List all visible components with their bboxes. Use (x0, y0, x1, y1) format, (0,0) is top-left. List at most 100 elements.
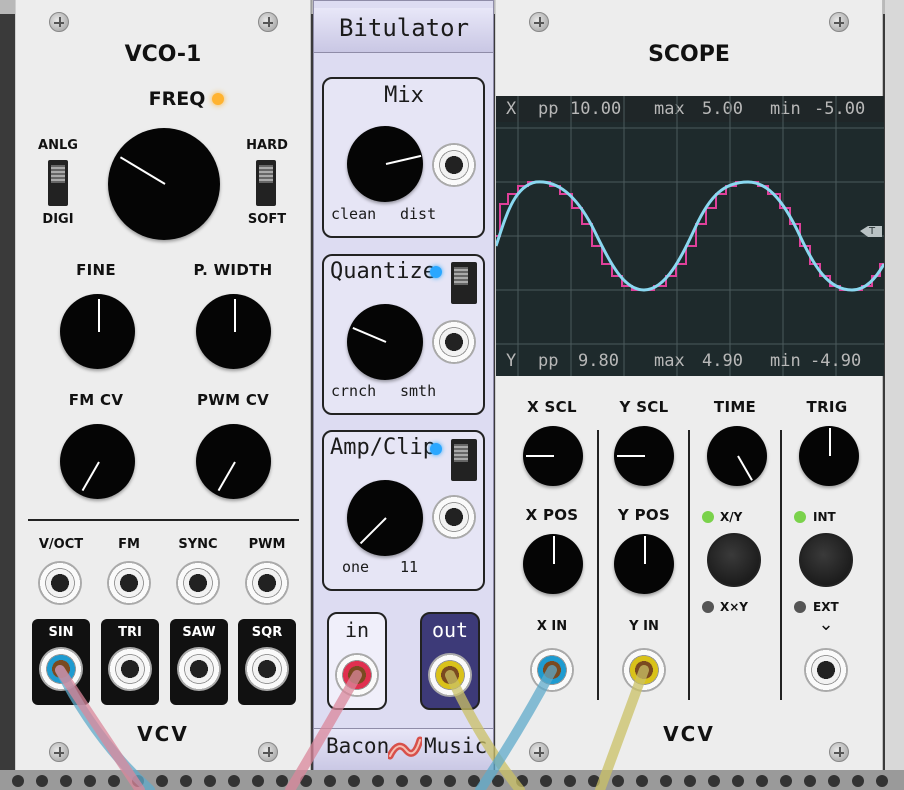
trigger-knob[interactable] (799, 426, 859, 486)
x-input-jack[interactable] (530, 648, 574, 692)
one-label: one (342, 558, 370, 576)
quantize-cv-jack[interactable] (432, 320, 476, 364)
knob-indicator (119, 156, 166, 185)
min-label: min (770, 351, 801, 371)
fm-input-jack[interactable] (107, 561, 151, 605)
quantize-led-icon (430, 266, 442, 278)
saw-label: SAW (182, 625, 216, 640)
chevron-down-icon: ⌄ (818, 614, 834, 635)
y-readout: Y pp 9.80 max 4.90 min -4.90 (496, 348, 884, 374)
divider (688, 430, 690, 700)
quantize-toggle[interactable] (451, 262, 477, 304)
amp-knob[interactable] (347, 480, 423, 556)
screw-icon (829, 742, 849, 762)
vcv-logo: VCV (137, 722, 189, 746)
voct-input-jack[interactable] (38, 561, 82, 605)
pwmcv-label: PWM CV (196, 391, 270, 409)
quantize-label: Quantize (330, 259, 436, 284)
soft-label: SOFT (247, 212, 287, 227)
saw-output-jack[interactable] (177, 647, 221, 691)
pwm-cv-knob[interactable] (196, 424, 271, 499)
tri-label: TRI (118, 625, 142, 640)
screw-icon (529, 12, 549, 32)
brand-left: Bacon (326, 734, 390, 758)
xtimesy-label: X×Y (720, 600, 748, 614)
fine-label: FINE (76, 261, 116, 279)
ext-trigger-jack[interactable] (804, 648, 848, 692)
mix-cv-jack[interactable] (432, 143, 476, 187)
blank-panel (885, 0, 904, 770)
audio-output-jack[interactable] (428, 653, 472, 697)
scope-graph (496, 96, 884, 376)
divider (28, 519, 299, 521)
x-position-knob[interactable] (523, 534, 583, 594)
quantize-knob[interactable] (347, 304, 423, 380)
fm-cv-knob[interactable] (60, 424, 135, 499)
y-position-knob[interactable] (614, 534, 674, 594)
knob-indicator (644, 536, 646, 564)
yin-label: Y IN (629, 619, 659, 634)
fine-knob[interactable] (60, 294, 135, 369)
pwidth-label: P. WIDTH (193, 261, 273, 279)
pulse-width-knob[interactable] (196, 294, 271, 369)
min-value: -4.90 (810, 351, 862, 371)
analog-digital-switch[interactable] (48, 160, 68, 206)
amp-cv-jack[interactable] (432, 495, 476, 539)
max-value: 4.90 (702, 351, 743, 371)
fmcv-label: FM CV (68, 391, 124, 409)
time-knob[interactable] (707, 426, 767, 486)
anlg-label: ANLG (38, 138, 78, 153)
sync-input-jack[interactable] (176, 561, 220, 605)
freq-knob[interactable] (108, 128, 220, 240)
module-title: SCOPE (648, 42, 730, 67)
voct-label: V/OCT (38, 537, 84, 552)
pp-value: 9.80 (578, 351, 619, 371)
audio-input-jack[interactable] (335, 653, 379, 697)
sin-label: SIN (48, 625, 74, 640)
time-label: TIME (713, 398, 757, 416)
sqr-output-jack[interactable] (245, 647, 289, 691)
yscl-label: Y SCL (619, 398, 669, 416)
mix-knob[interactable] (347, 126, 423, 202)
amp-clip-toggle[interactable] (451, 439, 477, 481)
sync-label: SYNC (178, 537, 218, 552)
dist-label: dist (400, 205, 437, 223)
fm-label: FM (118, 537, 140, 552)
module-title: Bitulator (338, 14, 470, 42)
in-label: in (344, 618, 370, 642)
pwm-input-jack[interactable] (245, 561, 289, 605)
sin-output-jack[interactable] (39, 647, 83, 691)
smth-label: smth (400, 382, 437, 400)
external-mode-button[interactable] (707, 533, 761, 587)
trigger-source-button[interactable] (799, 533, 853, 587)
int-label: INT (813, 510, 836, 524)
hard-soft-switch[interactable] (256, 160, 276, 206)
xy-label: X/Y (720, 510, 743, 524)
max-label: max (654, 351, 685, 371)
trig-label: TRIG (806, 398, 848, 416)
saw-output: SAW (170, 619, 228, 705)
y-input-jack[interactable] (622, 648, 666, 692)
clean-label: clean (331, 205, 377, 223)
xy-led-icon (702, 511, 714, 523)
freq-label: FREQ (148, 88, 206, 110)
ext-label: EXT (813, 600, 839, 614)
divider (597, 430, 599, 700)
int-led-icon (794, 511, 806, 523)
divider (780, 430, 782, 700)
ext-led-icon (794, 601, 806, 613)
knob-indicator (217, 461, 236, 491)
x-scale-knob[interactable] (523, 426, 583, 486)
tri-output-jack[interactable] (108, 647, 152, 691)
y-scale-knob[interactable] (614, 426, 674, 486)
knob-indicator (352, 327, 387, 343)
xscl-label: X SCL (527, 398, 577, 416)
screw-icon (829, 12, 849, 32)
knob-indicator (359, 517, 387, 545)
bacon-icon (388, 736, 422, 760)
freq-led-icon (212, 93, 224, 105)
screw-icon (258, 12, 278, 32)
knob-indicator (97, 298, 100, 332)
xtimesy-led-icon (702, 601, 714, 613)
trigger-marker-icon: T (869, 226, 876, 237)
